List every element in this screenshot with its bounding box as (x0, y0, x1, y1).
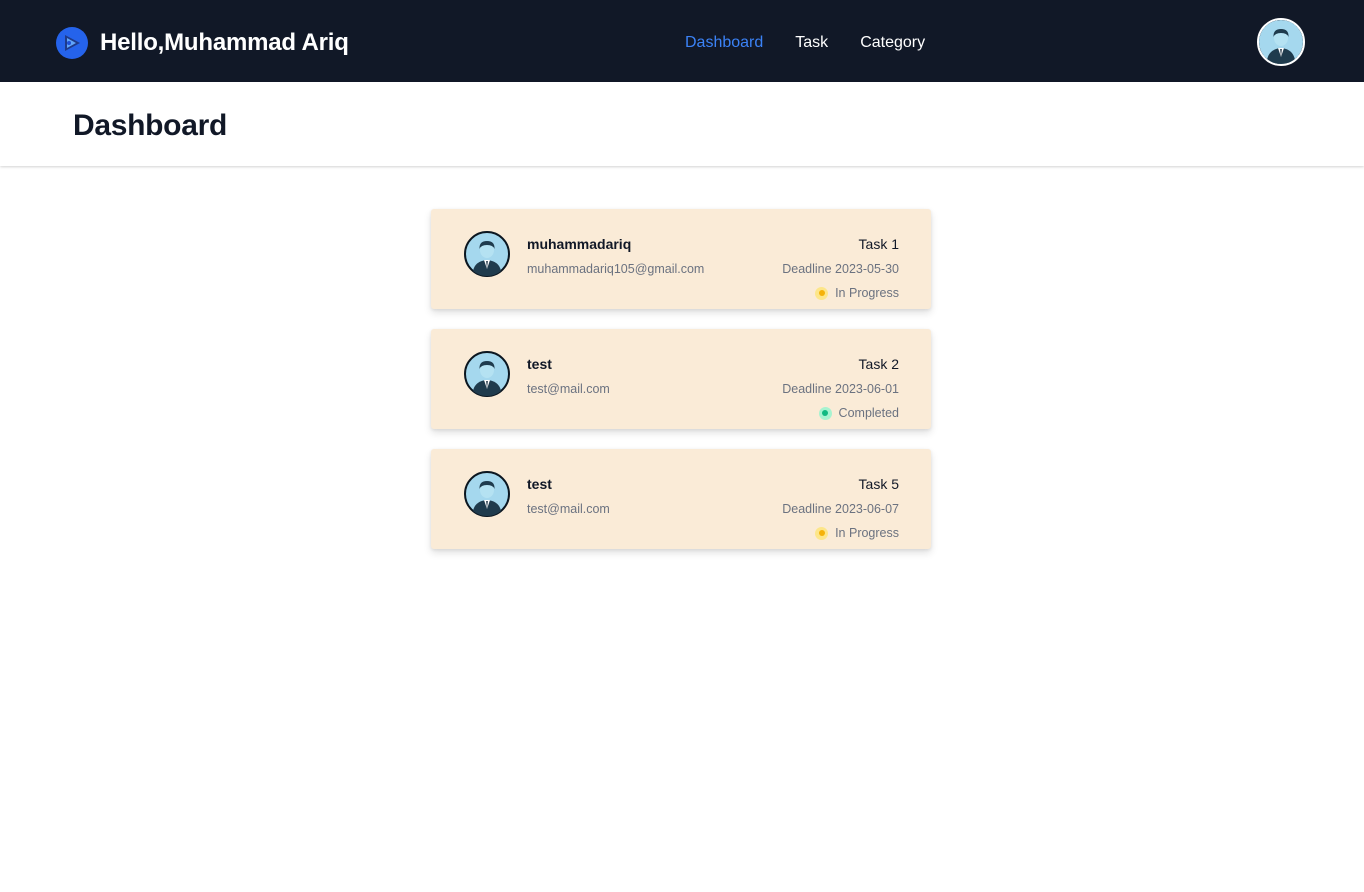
nav-link-category[interactable]: Category (860, 33, 925, 53)
status-label: Completed (838, 406, 899, 420)
page-title: Dashboard (73, 109, 227, 142)
card-user-email: test@mail.com (527, 502, 610, 516)
user-avatar-icon (464, 471, 510, 517)
brand[interactable]: Hello,Muhammad Ariq (56, 26, 349, 60)
status-badge: Completed (818, 405, 899, 421)
task-card[interactable]: test test@mail.com Task 2 Deadline 2023-… (431, 329, 931, 429)
user-avatar-button[interactable] (1257, 18, 1305, 66)
card-user-name: test (527, 356, 552, 372)
card-user-email: test@mail.com (527, 382, 610, 396)
user-avatar-icon (464, 231, 510, 277)
card-deadline: Deadline 2023-05-30 (782, 262, 899, 276)
user-avatar-icon (464, 351, 510, 397)
top-navbar: Hello,Muhammad Ariq Dashboard Task Categ… (0, 0, 1364, 82)
status-label: In Progress (835, 526, 899, 540)
task-card[interactable]: test test@mail.com Task 5 Deadline 2023-… (431, 449, 931, 549)
nav-link-task[interactable]: Task (795, 33, 828, 53)
card-user-email: muhammadariq105@gmail.com (527, 262, 705, 276)
card-deadline: Deadline 2023-06-01 (782, 382, 899, 396)
status-dot-icon (815, 286, 829, 300)
card-deadline: Deadline 2023-06-07 (782, 502, 899, 516)
nav-links: Dashboard Task Category (685, 33, 925, 53)
card-task-name: Task 1 (858, 236, 899, 252)
status-label: In Progress (835, 286, 899, 300)
nav-link-dashboard[interactable]: Dashboard (685, 33, 763, 53)
task-list: muhammadariq muhammadariq105@gmail.com T… (431, 209, 931, 569)
card-task-name: Task 5 (858, 476, 899, 492)
greeting-title: Hello,Muhammad Ariq (100, 29, 349, 56)
user-avatar-icon (1259, 20, 1303, 64)
status-dot-icon (818, 406, 832, 420)
card-task-name: Task 2 (858, 356, 899, 372)
status-badge: In Progress (815, 525, 899, 541)
brand-logo-icon (56, 27, 88, 59)
task-card[interactable]: muhammadariq muhammadariq105@gmail.com T… (431, 209, 931, 309)
card-user-name: muhammadariq (527, 236, 632, 252)
status-badge: In Progress (815, 285, 899, 301)
status-dot-icon (815, 526, 829, 540)
card-user-name: test (527, 476, 552, 492)
page-header: Dashboard (0, 82, 1364, 166)
